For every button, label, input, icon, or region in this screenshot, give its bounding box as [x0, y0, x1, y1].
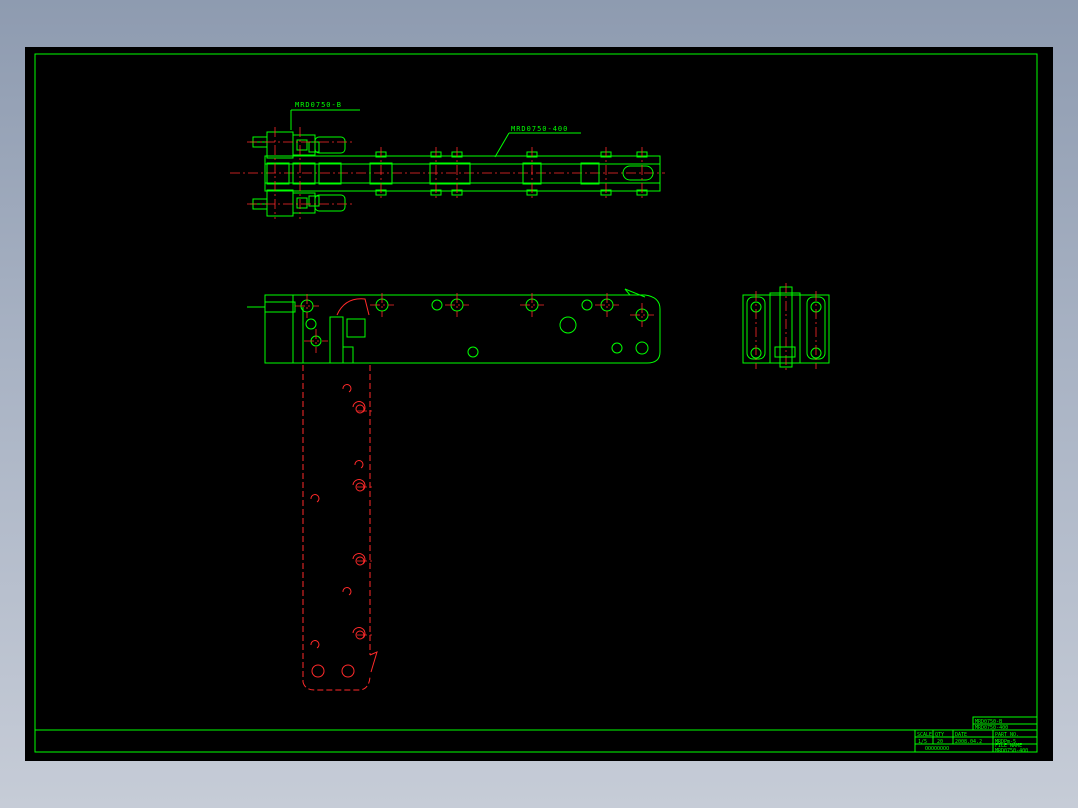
scale-label: SCALE [917, 732, 932, 738]
drawing-sheet: MRD0750-B MRD0750-400 MRD0750-B MRD0750-… [25, 47, 1053, 761]
title-block: MRD0750-B MRD0750-400 SCALE 1/5 QTY 20 D… [914, 716, 1038, 754]
company-name: OOOOOOOO [925, 746, 949, 752]
callout-part-a: MRD0750-B [290, 101, 360, 130]
top-view: MRD0750-B MRD0750-400 [230, 101, 665, 219]
cad-drawing: MRD0750-B MRD0750-400 MRD0750-B MRD0750-… [34, 53, 1038, 754]
border-frame [34, 53, 1038, 753]
date-label: DATE [955, 732, 967, 738]
front-view [247, 288, 661, 364]
callout-part-b-label: MRD0750-400 [511, 125, 568, 133]
file-value: MRD0750-400 [995, 748, 1028, 754]
hidden-arm [302, 365, 378, 691]
end-view [742, 283, 830, 373]
callout-part-a-label: MRD0750-B [295, 101, 342, 109]
scale-value: 1/5 [918, 739, 927, 745]
qty-value: 20 [937, 739, 943, 745]
date-value: 2008.04.2 [955, 739, 982, 745]
callout-part-b: MRD0750-400 [494, 125, 581, 158]
part-label: PART NO. [995, 732, 1019, 738]
qty-label: QTY [935, 732, 944, 738]
